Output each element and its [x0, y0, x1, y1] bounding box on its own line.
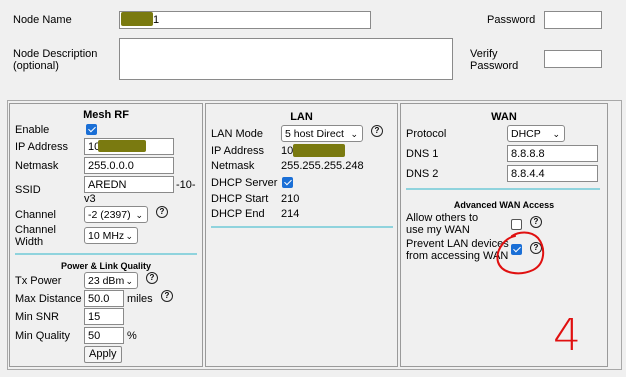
annotation-circle — [496, 231, 545, 275]
annotation-number: 4 — [553, 310, 581, 361]
annotation-overlay — [496, 231, 545, 275]
